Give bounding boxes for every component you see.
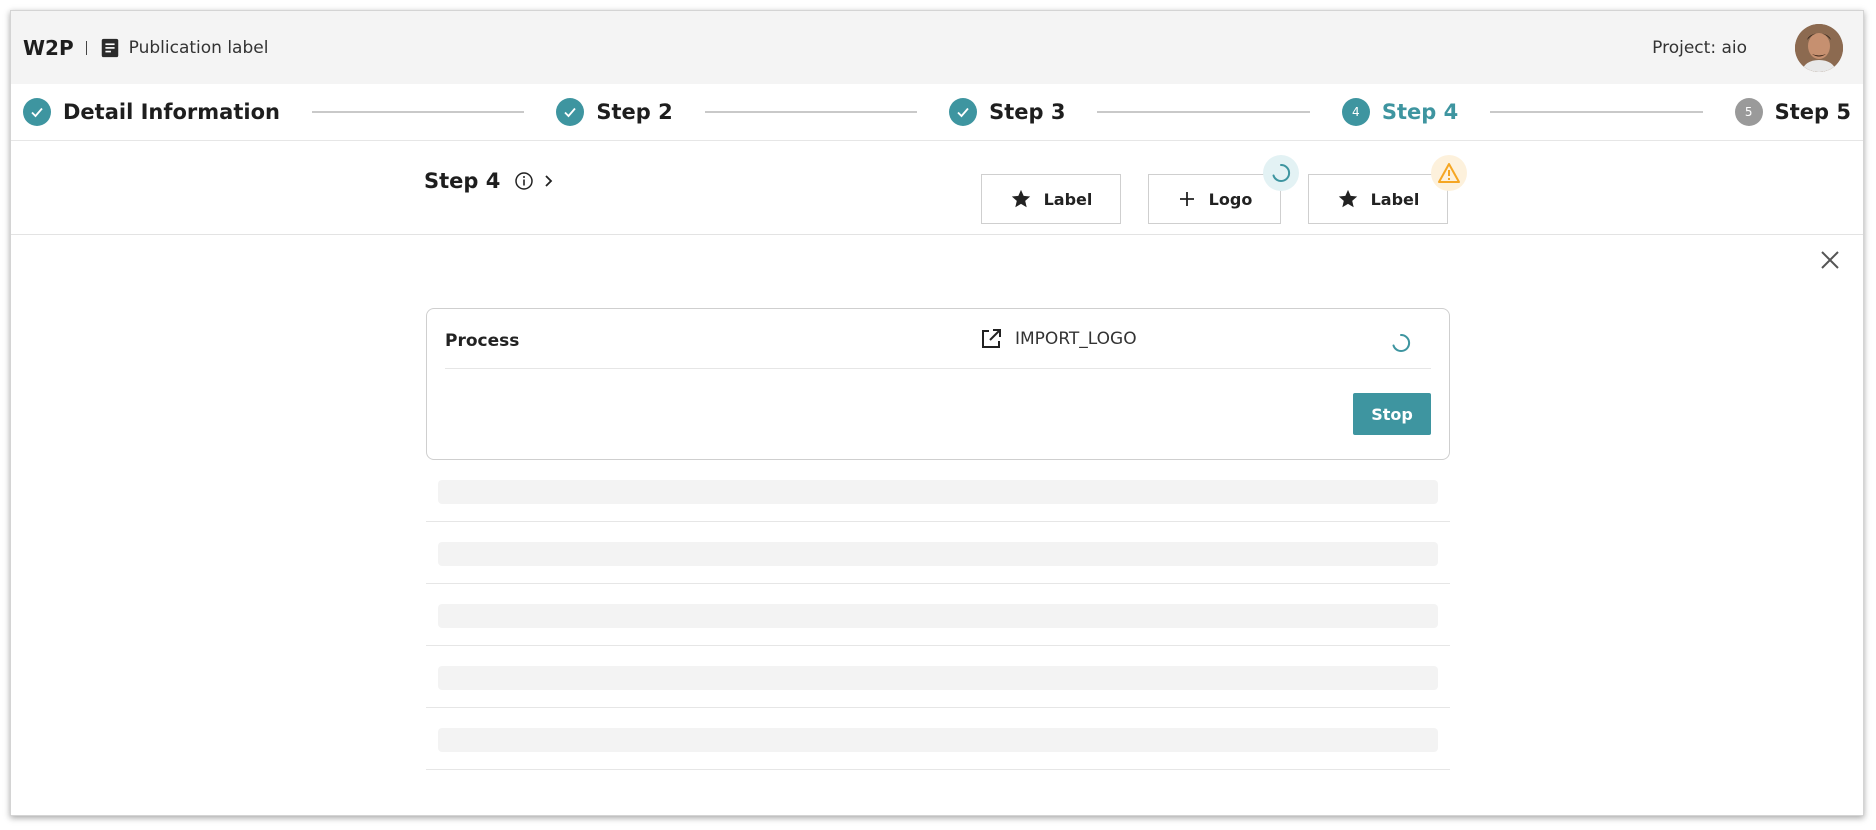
check-icon [23, 98, 51, 126]
app-window: W2P Publication label Project: aio Detai… [10, 10, 1864, 816]
step-title-text: Step 4 [424, 169, 501, 193]
logo-button[interactable]: Logo [1148, 174, 1281, 224]
step-label: Detail Information [63, 100, 280, 124]
app-header: W2P Publication label Project: aio [11, 11, 1863, 84]
label-button[interactable]: Label [981, 174, 1121, 224]
button-label: Label [1043, 189, 1093, 209]
step-number: 5 [1734, 98, 1763, 126]
process-task: IMPORT_LOGO [1015, 329, 1137, 349]
chevron-right-icon[interactable] [542, 174, 556, 188]
button-label: Label [1370, 189, 1420, 209]
step-toolbar: Step 4 Label Logo Label [11, 141, 1863, 235]
check-icon [556, 98, 585, 126]
process-card: Process IMPORT_LOGO Stop [426, 308, 1450, 460]
star-icon [1338, 189, 1357, 208]
plus-icon [1179, 192, 1194, 206]
stop-button[interactable]: Stop [1353, 393, 1431, 435]
spinner-icon [1392, 333, 1411, 352]
skeleton-bar [438, 604, 1438, 628]
step-number: 4 [1341, 98, 1370, 126]
step-label: Step 4 [1381, 100, 1459, 124]
check-icon [949, 98, 978, 126]
step-connector [1490, 111, 1703, 113]
skeleton-row [426, 646, 1450, 708]
label-button-secondary[interactable]: Label [1308, 174, 1448, 224]
project-name[interactable]: Project: aio [1652, 38, 1747, 58]
warning-badge[interactable] [1431, 155, 1467, 191]
skeleton-row [426, 708, 1450, 770]
step-connector [1097, 111, 1310, 113]
skeleton-bar [438, 728, 1438, 752]
loading-badge [1263, 155, 1299, 191]
step-4[interactable]: 4 Step 4 [1341, 98, 1459, 126]
button-label: Logo [1208, 189, 1253, 209]
step-connector [311, 111, 525, 113]
skeleton-row [426, 522, 1450, 584]
star-icon [1011, 189, 1030, 208]
skeleton-bar [438, 666, 1438, 690]
avatar[interactable] [1795, 23, 1843, 72]
step-label: Step 3 [989, 100, 1066, 124]
header-divider [85, 40, 87, 55]
page-label: Publication label [128, 37, 269, 58]
step-3[interactable]: Step 3 [949, 98, 1065, 126]
stepper: Detail Information Step 2 Step 3 4 Step … [11, 84, 1863, 141]
brand-logo[interactable]: W2P [23, 36, 74, 60]
import-logo-link[interactable]: IMPORT_LOGO [979, 327, 1137, 351]
process-row: Process IMPORT_LOGO [445, 309, 1431, 369]
step-2[interactable]: Step 2 [556, 98, 673, 126]
step-connector [704, 111, 918, 113]
step-5[interactable]: 5 Step 5 [1734, 98, 1852, 126]
document-icon [101, 38, 118, 57]
external-link-icon [982, 329, 1001, 348]
skeleton-bar [438, 542, 1438, 566]
process-label: Process [445, 331, 520, 351]
info-icon[interactable] [514, 171, 534, 191]
skeleton-row [426, 460, 1450, 522]
step-detail-information[interactable]: Detail Information [23, 98, 280, 126]
warning-icon [1438, 163, 1460, 183]
step-label: Step 5 [1774, 100, 1852, 124]
skeleton-bar [438, 480, 1438, 504]
skeleton-list [426, 460, 1450, 770]
step-label: Step 2 [596, 100, 673, 124]
skeleton-row [426, 584, 1450, 646]
avatar-image [1795, 23, 1843, 72]
step-title: Step 4 [424, 169, 556, 193]
close-icon[interactable] [1817, 247, 1843, 273]
spinner-icon [1272, 163, 1291, 182]
